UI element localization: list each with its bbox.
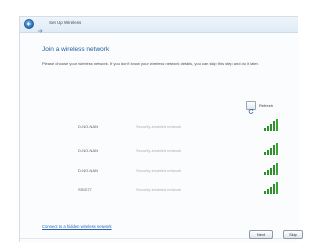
back-arrow-icon	[26, 22, 31, 26]
network-security: Security-enabled network	[136, 124, 182, 129]
network-ssid: D-NO-NAN	[78, 148, 98, 153]
refresh-icon	[248, 108, 254, 114]
network-ssid: D-NO-NAN	[78, 124, 98, 129]
skip-button[interactable]: Skip	[283, 230, 303, 239]
signal-strength-icon	[264, 143, 278, 155]
network-row[interactable]: D-NO-NAN Security-enabled network	[50, 161, 286, 179]
signal-strength-icon	[264, 182, 278, 194]
signal-strength-icon	[264, 163, 278, 175]
refresh-label: Refresh	[259, 103, 274, 108]
network-row[interactable]: D-NO-NAN Security-enabled network	[50, 141, 286, 159]
back-button[interactable]	[24, 19, 34, 29]
hidden-network-link[interactable]: Connect to a hidden wireless network	[42, 224, 112, 229]
network-ssid: SSID77	[78, 187, 92, 192]
window-title: Set Up Wireless	[49, 20, 82, 25]
network-security: Security-enabled network	[136, 168, 182, 173]
page-description: Please choose your wireless network. If …	[42, 61, 259, 66]
network-row[interactable]: D-NO-NAN Security-enabled network	[50, 117, 286, 135]
signal-strength-icon	[264, 119, 278, 131]
next-button[interactable]: Next	[249, 230, 273, 239]
forward-arrow-icon[interactable]	[37, 21, 43, 33]
network-ssid: D-NO-NAN	[78, 168, 98, 173]
title-bar: Set Up Wireless	[20, 17, 298, 33]
network-security: Security-enabled network	[136, 187, 182, 192]
setup-window: Set Up Wireless Join a wireless network …	[19, 16, 298, 242]
network-security: Security-enabled network	[136, 148, 182, 153]
network-row[interactable]: SSID77 Security-enabled network	[50, 180, 286, 198]
refresh-button[interactable]	[246, 101, 256, 114]
page-heading: Join a wireless network	[42, 46, 110, 53]
